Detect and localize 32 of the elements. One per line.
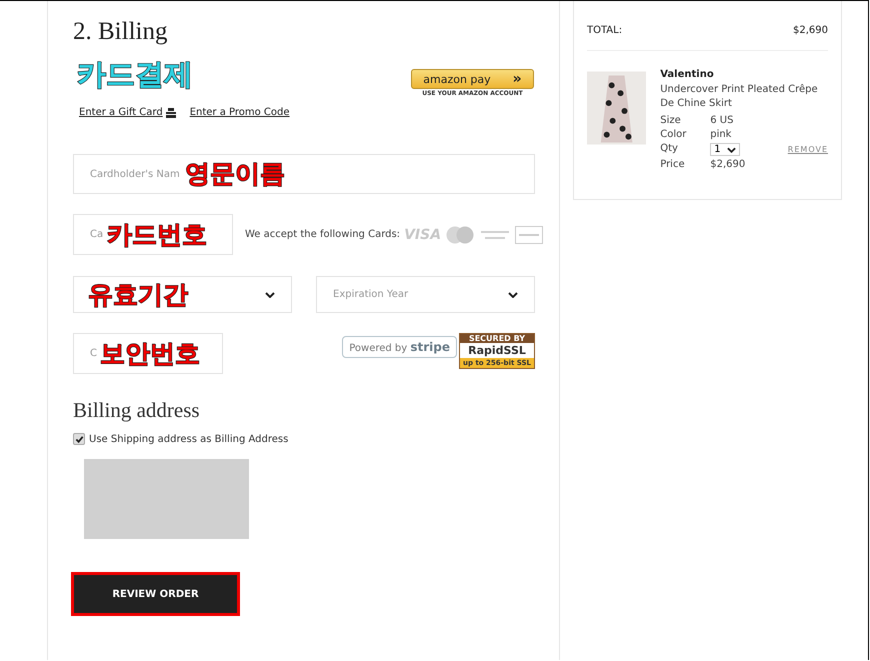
detail-value: pink [710,129,732,140]
total-amount: $2,690 [793,25,828,36]
chevron-down-icon [265,292,275,298]
accepted-cards-label: We accept the following Cards: [245,229,400,240]
annotation-label: 보안번호 [100,341,200,366]
detail-value: 6 US [710,115,734,126]
text-link[interactable]: Enter a Gift Card [79,107,176,118]
chevron-down-icon [726,146,736,152]
annotation-label: 유효기간 [88,282,188,307]
annotation-label: 카드번호 [107,222,207,247]
amazon-pay-button[interactable]: amazon pay » [411,69,534,89]
detail-value: $2,690 [710,159,746,170]
expiration-month-dropdown[interactable] [73,276,292,313]
checkbox-label: Use Shipping address as Billing Address [89,434,288,444]
remove-link[interactable]: REMOVE [788,145,828,154]
chevron-down-icon [508,292,518,298]
checkbox[interactable] [73,433,85,445]
detail-label: Color [660,129,688,140]
quantity-dropdown[interactable]: 1 [710,143,740,156]
annotation-label: 영문이름 [185,161,285,186]
detail-label: Size [660,115,682,126]
annotation-label: 카드결제 [77,60,193,89]
product-name: Undercover Print Pleated Crêpe De Chine Skirt [660,83,819,110]
detail-label: Qty [660,143,679,156]
total-label: TOTAL: [587,25,622,36]
product-brand: Valentino [660,69,715,80]
stripe-badge: Powered by stripe [342,336,457,358]
text-link[interactable]: Enter a Promo Code [190,107,290,118]
detail-label: Price [660,159,686,170]
review-order-button[interactable]: REVIEW ORDER [71,572,240,616]
section-heading: Billing address [73,398,200,423]
section-title: 2. Billing [73,18,168,46]
